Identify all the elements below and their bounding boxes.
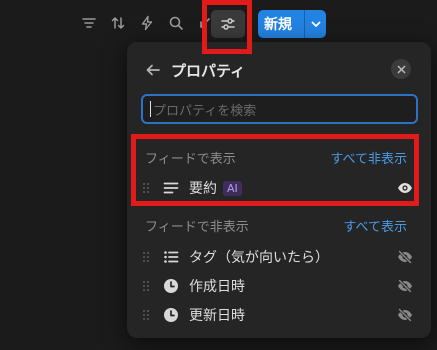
search-icon[interactable]: [165, 12, 187, 34]
hidden-section-label: フィードで非表示: [145, 220, 249, 235]
sliders-icon: [221, 18, 235, 30]
ai-badge: AI: [223, 180, 242, 196]
show-all-button[interactable]: すべて表示: [343, 216, 407, 235]
drag-handle-icon[interactable]: [141, 280, 151, 292]
sort-icon[interactable]: [107, 12, 129, 34]
clock-icon: [163, 307, 179, 323]
shown-section-label: フィードで表示: [145, 152, 236, 167]
properties-button[interactable]: [211, 10, 245, 38]
filter-icon[interactable]: [78, 12, 100, 34]
text-caret: [150, 101, 151, 117]
property-label: 更新日時: [189, 308, 245, 324]
drag-handle-icon[interactable]: [141, 182, 151, 194]
close-button[interactable]: [391, 59, 411, 79]
eye-off-icon[interactable]: [397, 307, 413, 323]
hide-all-button[interactable]: すべて非表示: [330, 148, 407, 167]
new-button[interactable]: 新規: [258, 10, 326, 38]
clock-icon: [163, 278, 179, 294]
list-icon: [163, 249, 179, 265]
eye-off-icon[interactable]: [397, 278, 413, 294]
properties-panel: プロパティ プロパティを検索 フィードで表示 すべて非表示 要約 AI フィード…: [127, 42, 431, 338]
view-toolbar: [78, 8, 223, 38]
property-row-summary[interactable]: 要約 AI: [141, 175, 417, 201]
back-arrow-icon[interactable]: [145, 62, 161, 78]
property-row-updated-time[interactable]: 更新日時: [141, 302, 417, 328]
text-lines-icon: [163, 180, 179, 196]
search-placeholder: プロパティを検索: [153, 103, 257, 119]
property-label: 要約: [189, 181, 217, 197]
panel-header: プロパティ: [145, 60, 245, 80]
property-row-created-time[interactable]: 作成日時: [141, 273, 417, 299]
chevron-down-icon[interactable]: [305, 18, 326, 30]
eye-icon[interactable]: [397, 180, 413, 196]
lightning-icon[interactable]: [136, 12, 158, 34]
close-icon: [397, 65, 405, 73]
new-button-label: 新規: [264, 17, 292, 33]
panel-title: プロパティ: [171, 61, 246, 80]
drag-handle-icon[interactable]: [141, 309, 151, 321]
property-search-input[interactable]: プロパティを検索: [141, 94, 418, 124]
property-label: 作成日時: [189, 279, 245, 295]
drag-handle-icon[interactable]: [141, 251, 151, 263]
property-label: タグ（気が向いたら）: [189, 250, 329, 266]
property-row-tags[interactable]: タグ（気が向いたら）: [141, 244, 417, 270]
eye-off-icon[interactable]: [397, 249, 413, 265]
